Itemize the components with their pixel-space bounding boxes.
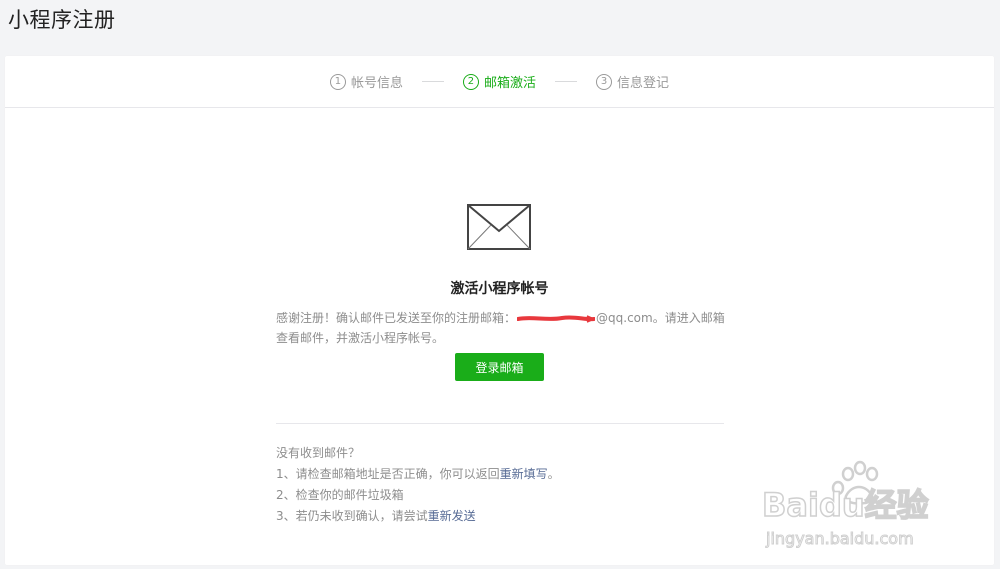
page-title: 小程序注册 <box>8 8 116 32</box>
activation-title: 激活小程序帐号 <box>450 281 549 297</box>
step-label: 帐号信息 <box>350 76 403 91</box>
tip-text: 1、请检查邮箱地址是否正确，你可以返回 <box>276 467 500 481</box>
activation-description: 感谢注册！确认邮件已发送至你的注册邮箱： @qq.com。请进入邮箱查看邮件，并激… <box>276 308 726 348</box>
tip-end: 。 <box>547 467 560 481</box>
envelope-icon <box>467 204 531 250</box>
step-divider <box>555 81 577 82</box>
tip-text: 3、若仍未收到确认，请尝试 <box>276 509 428 523</box>
login-email-button[interactable]: 登录邮箱 <box>455 353 544 381</box>
step-label: 邮箱激活 <box>483 76 536 91</box>
desc-email-suffix: @qq.com <box>596 311 653 325</box>
help-tips: 没有收到邮件？ 1、请检查邮箱地址是否正确，你可以返回重新填写。 2、检查你的邮… <box>276 443 726 527</box>
baidu-jingyan-watermark: Baidu经验 jingyan.baidu.com <box>762 460 929 549</box>
tip-item-3: 3、若仍未收到确认，请尝试重新发送 <box>276 506 726 527</box>
watermark-brand: Baidu经验 <box>762 486 929 524</box>
step-divider <box>421 81 444 82</box>
step-email-activation: 2 邮箱激活 <box>462 72 536 91</box>
tip-item-1: 1、请检查邮箱地址是否正确，你可以返回重新填写。 <box>276 464 726 485</box>
step-number: 1 <box>329 73 346 90</box>
refill-link[interactable]: 重新填写 <box>500 467 548 481</box>
step-info-registration: 3 信息登记 <box>596 72 669 91</box>
step-number: 2 <box>462 73 479 90</box>
desc-prefix: 感谢注册！确认邮件已发送至你的注册邮箱： <box>276 311 517 325</box>
step-number: 3 <box>596 73 612 90</box>
redacted-email-mark <box>517 314 596 323</box>
tip-item-2: 2、检查你的邮件垃圾箱 <box>276 488 404 502</box>
watermark-url: jingyan.baidu.com <box>765 529 914 548</box>
resend-link[interactable]: 重新发送 <box>428 509 476 523</box>
tips-heading: 没有收到邮件？ <box>276 446 361 460</box>
section-divider <box>276 423 724 424</box>
step-label: 信息登记 <box>617 76 670 91</box>
step-account-info: 1 帐号信息 <box>329 72 403 91</box>
step-indicator: 1 帐号信息 2 邮箱激活 3 信息登记 <box>5 56 994 108</box>
